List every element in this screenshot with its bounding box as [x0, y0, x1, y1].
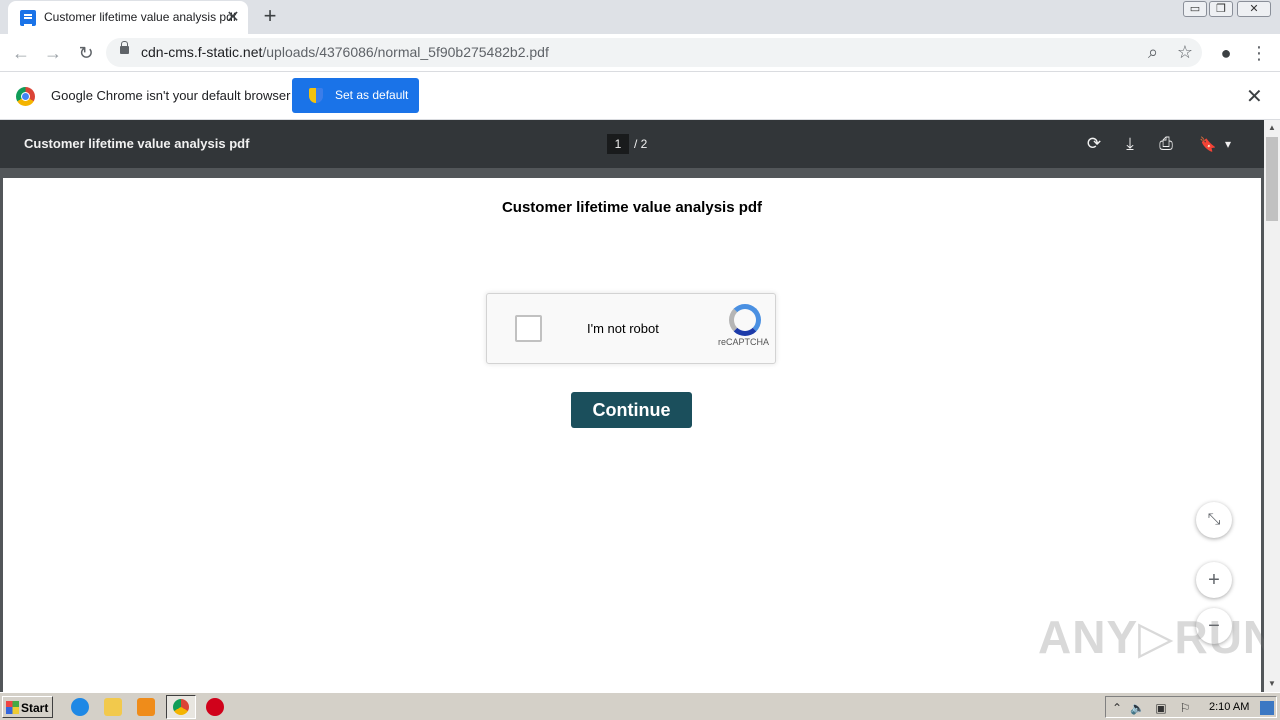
- chevron-down-icon[interactable]: ▾: [1217, 133, 1239, 155]
- infobar-message: Google Chrome isn't your default browser: [51, 88, 291, 103]
- chrome-icon: [173, 699, 189, 715]
- infobar-close-icon[interactable]: ✕: [1246, 84, 1263, 109]
- action-center-flag-icon[interactable]: ⚐: [1178, 701, 1192, 715]
- browser-toolbar: ← → ↻ cdn-cms.f-static.net/uploads/43760…: [0, 34, 1280, 72]
- file-explorer-icon[interactable]: [104, 698, 122, 716]
- zoom-in-icon[interactable]: +: [1196, 562, 1232, 598]
- bookmark-icon[interactable]: 🔖: [1197, 133, 1219, 155]
- system-tray: ⌃ 🔈 ▣ ⚐ 2:10 AM: [1105, 696, 1277, 718]
- vertical-scrollbar[interactable]: ▲ ▼: [1264, 120, 1280, 692]
- bookmark-star-icon[interactable]: ☆: [1174, 41, 1196, 63]
- start-label: Start: [21, 701, 49, 715]
- show-hidden-icons-icon[interactable]: ⌃: [1110, 701, 1124, 715]
- document-icon: [20, 10, 36, 26]
- shield-icon: [309, 88, 323, 103]
- restore-button[interactable]: ❐: [1209, 1, 1233, 17]
- scroll-down-icon[interactable]: ▼: [1264, 676, 1280, 692]
- forward-icon[interactable]: →: [42, 42, 64, 64]
- continue-button[interactable]: Continue: [571, 392, 692, 428]
- start-button[interactable]: Start: [2, 696, 53, 718]
- internet-explorer-icon[interactable]: [71, 698, 89, 716]
- tab-strip: Customer lifetime value analysis pdf ✕ +…: [0, 0, 1280, 34]
- browser-tab[interactable]: Customer lifetime value analysis pdf ✕: [8, 1, 248, 34]
- clock[interactable]: 2:10 AM: [1209, 701, 1249, 713]
- scrollbar-thumb[interactable]: [1266, 137, 1278, 221]
- window-close-button[interactable]: ✕: [1237, 1, 1271, 17]
- rotate-icon[interactable]: ⟳: [1083, 133, 1105, 155]
- document-title: Customer lifetime value analysis pdf: [501, 199, 763, 216]
- profile-icon[interactable]: ●: [1215, 42, 1237, 64]
- media-player-icon[interactable]: [137, 698, 155, 716]
- zoom-icon[interactable]: ⌕: [1142, 41, 1164, 63]
- scroll-up-icon[interactable]: ▲: [1264, 120, 1280, 136]
- minimize-button[interactable]: ▭: [1183, 1, 1207, 17]
- recaptcha-widget: I'm not robot reCAPTCHA: [486, 293, 776, 364]
- download-icon[interactable]: ⤓: [1119, 133, 1141, 155]
- windows-logo-icon: [6, 701, 19, 714]
- url-text: cdn-cms.f-static.net/uploads/4376086/nor…: [141, 44, 549, 60]
- address-bar[interactable]: cdn-cms.f-static.net/uploads/4376086/nor…: [106, 38, 1202, 67]
- tab-title: Customer lifetime value analysis pdf: [44, 10, 237, 24]
- taskbar: Start ⌃ 🔈 ▣ ⚐ 2:10 AM: [0, 692, 1280, 720]
- captcha-checkbox[interactable]: [515, 315, 542, 342]
- default-browser-infobar: Google Chrome isn't your default browser…: [0, 72, 1280, 120]
- fit-to-page-icon[interactable]: ⤡: [1196, 502, 1232, 538]
- pdf-title: Customer lifetime value analysis pdf: [24, 136, 250, 151]
- show-desktop-icon[interactable]: [1260, 701, 1274, 715]
- volume-icon[interactable]: 🔈: [1130, 701, 1145, 715]
- menu-icon[interactable]: ⋮: [1248, 42, 1270, 64]
- chrome-taskbar-button[interactable]: [166, 695, 196, 719]
- captcha-label: I'm not robot: [587, 321, 659, 336]
- page-number-input[interactable]: 1: [607, 134, 629, 154]
- chrome-logo-icon: [16, 87, 35, 106]
- url-path: /uploads/4376086/normal_5f90b275482b2.pd…: [262, 44, 549, 60]
- back-icon[interactable]: ←: [10, 42, 32, 64]
- url-host: cdn-cms.f-static.net: [141, 44, 263, 60]
- recaptcha-logo-icon: [729, 304, 761, 336]
- print-icon[interactable]: ⎙: [1155, 133, 1177, 155]
- lock-icon: [120, 41, 129, 54]
- new-tab-button[interactable]: +: [258, 4, 282, 28]
- pdf-toolbar: Customer lifetime value analysis pdf 1 /…: [0, 120, 1264, 168]
- page-total: / 2: [634, 137, 648, 151]
- opera-icon[interactable]: [206, 698, 224, 716]
- network-icon[interactable]: ▣: [1154, 701, 1168, 715]
- reload-icon[interactable]: ↻: [75, 42, 97, 64]
- tab-close-icon[interactable]: ✕: [224, 7, 242, 27]
- recaptcha-brand: reCAPTCHA: [718, 337, 770, 347]
- set-as-default-button[interactable]: Set as default: [292, 78, 419, 113]
- anyrun-watermark: ANY▷RUN: [1038, 611, 1278, 663]
- set-as-default-label: Set as default: [335, 88, 409, 102]
